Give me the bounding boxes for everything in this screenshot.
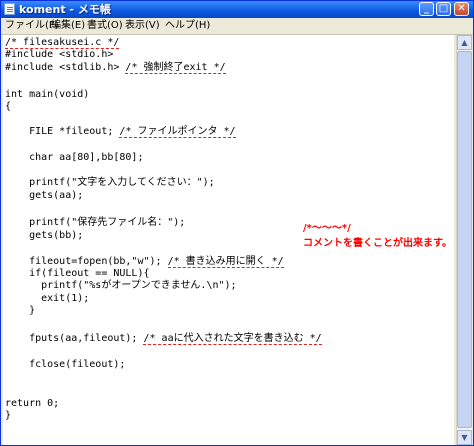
comment-text: /* 強制終了exit */ — [125, 62, 226, 74]
code-line: FILE *fileout; /* ファイルポインタ */ — [5, 126, 236, 138]
code-text: #include <stdlib.h> — [5, 62, 126, 73]
comment-text: /* 書き込み用に開く */ — [167, 256, 284, 268]
code-line: return 0; — [5, 398, 60, 409]
annotation-line: /*～～～*/ — [303, 223, 351, 234]
window-title: koment - メモ帳 — [19, 3, 111, 16]
comment-annotation: /*～～～*/ コメントを書くことが出来ます。 — [303, 221, 452, 251]
maximize-button[interactable]: □ — [436, 2, 451, 16]
vertical-scrollbar[interactable]: ▲ ▼ — [456, 35, 472, 445]
code-line: #include <stdio.h> — [5, 49, 114, 60]
code-line: fclose(fileout); — [5, 359, 126, 370]
close-button[interactable]: ✕ — [454, 2, 469, 16]
code-line: printf("%sがオープンできません.\n"); — [5, 280, 237, 291]
minimize-button[interactable]: _ — [419, 2, 434, 16]
menu-bar: ファイル(F) 編集(E) 書式(O) 表示(V) ヘルプ(H) — [1, 18, 473, 35]
scroll-down-button[interactable]: ▼ — [457, 430, 472, 445]
annotation-line: コメントを書くことが出来ます。 — [303, 238, 452, 249]
text-editor[interactable]: /* filesakusei.c */ #include <stdio.h> #… — [3, 35, 454, 445]
menu-edit[interactable]: 編集(E) — [51, 19, 85, 33]
code-text: fileout=fopen(bb,"w"); — [5, 256, 168, 267]
code-text: fputs(aa,fileout); — [5, 333, 144, 344]
code-line: gets(bb); — [5, 230, 84, 241]
menu-format[interactable]: 書式(O) — [87, 19, 123, 33]
code-line: #include <stdlib.h> /* 強制終了exit */ — [5, 62, 226, 74]
code-line: } — [5, 410, 12, 421]
code-line: fileout=fopen(bb,"w"); /* 書き込み用に開く */ — [5, 256, 284, 268]
code-text: FILE *fileout; — [5, 126, 120, 137]
comment-text: /* ファイルポインタ */ — [119, 126, 236, 138]
comment-text: /* aaに代入された文字を書き込む */ — [143, 333, 322, 345]
scroll-up-button[interactable]: ▲ — [457, 35, 472, 50]
code-line: printf("保存先ファイル名："); — [5, 217, 186, 228]
menu-view[interactable]: 表示(V) — [125, 19, 160, 33]
title-bar[interactable]: koment - メモ帳 _ □ ✕ — [1, 1, 473, 18]
comment-text: /* filesakusei.c */ — [5, 37, 120, 49]
notepad-icon — [4, 3, 15, 15]
code-line: } — [5, 305, 36, 316]
code-line: { — [5, 101, 12, 112]
code-line: fputs(aa,fileout); /* aaに代入された文字を書き込む */ — [5, 333, 322, 345]
code-line: gets(aa); — [5, 190, 84, 201]
code-line: exit(1); — [5, 293, 90, 304]
code-line: char aa[80],bb[80]; — [5, 152, 144, 163]
code-line: printf("文字を入力してください："); — [5, 177, 215, 188]
notepad-window: koment - メモ帳 _ □ ✕ ファイル(F) 編集(E) 書式(O) 表… — [0, 0, 474, 446]
code-line: if(fileout == NULL){ — [5, 268, 150, 279]
scroll-thumb[interactable] — [457, 51, 472, 428]
code-line: int main(void) — [5, 89, 90, 100]
code-line: /* filesakusei.c */ — [5, 37, 120, 49]
menu-help[interactable]: ヘルプ(H) — [165, 19, 210, 33]
